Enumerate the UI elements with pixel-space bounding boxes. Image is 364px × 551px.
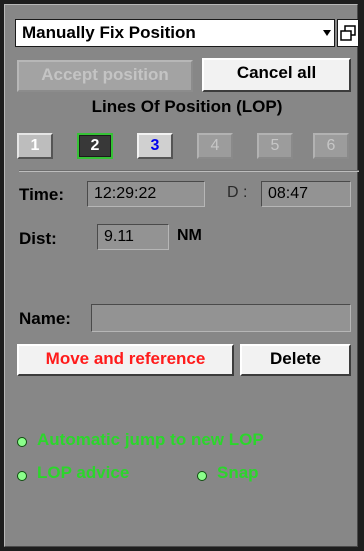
dist-label: Dist: xyxy=(19,229,57,248)
auto-jump-option[interactable]: Automatic jump to new LOP xyxy=(37,430,264,450)
dist-value: 9.11 xyxy=(97,224,169,250)
d-value: 08:47 xyxy=(261,181,351,207)
section-divider xyxy=(19,170,359,172)
fix-position-panel: Manually Fix Position Accept position Ca… xyxy=(4,4,359,547)
d-label: D : xyxy=(227,184,248,201)
time-label: Time: xyxy=(19,185,65,204)
lop-heading: Lines Of Position (LOP) xyxy=(91,97,283,116)
chevron-down-icon xyxy=(323,30,331,36)
lop-button-2[interactable]: 2 xyxy=(77,133,113,159)
accept-position-button[interactable]: Accept position xyxy=(17,60,193,92)
snap-option[interactable]: Snap xyxy=(217,463,259,483)
auto-jump-indicator-icon[interactable] xyxy=(17,437,27,447)
lop-button-6[interactable]: 6 xyxy=(313,133,349,159)
lop-button-4[interactable]: 4 xyxy=(197,133,233,159)
snap-indicator-icon[interactable] xyxy=(197,471,207,481)
move-and-reference-button[interactable]: Move and reference xyxy=(17,344,234,376)
name-input[interactable] xyxy=(91,304,351,332)
lop-button-5[interactable]: 5 xyxy=(257,133,293,159)
dist-unit: NM xyxy=(177,227,202,244)
mode-dropdown-value: Manually Fix Position xyxy=(22,23,196,42)
lop-button-3[interactable]: 3 xyxy=(137,133,173,159)
time-value: 12:29:22 xyxy=(87,181,205,207)
name-label: Name: xyxy=(19,309,71,328)
window-restore-icon xyxy=(340,25,356,41)
lop-advice-option[interactable]: LOP advice xyxy=(37,463,129,483)
lop-advice-indicator-icon[interactable] xyxy=(17,471,27,481)
lop-button-1[interactable]: 1 xyxy=(17,133,53,159)
cancel-all-button[interactable]: Cancel all xyxy=(202,58,351,92)
delete-button[interactable]: Delete xyxy=(240,344,351,376)
detach-window-button[interactable] xyxy=(337,19,359,47)
mode-dropdown[interactable]: Manually Fix Position xyxy=(15,19,335,47)
